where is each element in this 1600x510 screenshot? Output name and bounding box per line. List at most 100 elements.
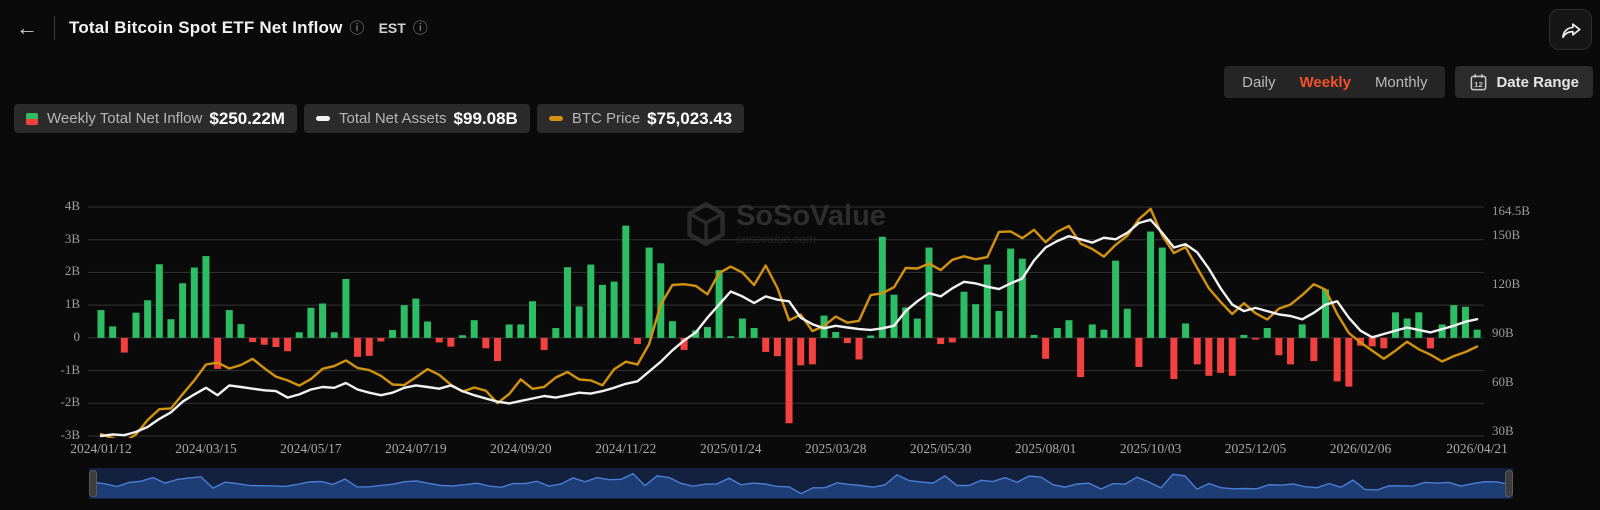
- inflow-bar[interactable]: [890, 294, 898, 338]
- inflow-bar[interactable]: [144, 300, 152, 338]
- inflow-bar[interactable]: [1450, 305, 1458, 338]
- inflow-bar[interactable]: [552, 328, 560, 338]
- title-info-icon[interactable]: ⓘ: [350, 21, 365, 36]
- inflow-bar[interactable]: [365, 337, 373, 356]
- inflow-bar[interactable]: [878, 236, 886, 338]
- inflow-bar[interactable]: [354, 337, 362, 357]
- inflow-bar[interactable]: [645, 247, 653, 338]
- inflow-bar[interactable]: [540, 337, 548, 350]
- inflow-bar[interactable]: [1345, 337, 1353, 387]
- inflow-bar[interactable]: [412, 298, 420, 338]
- inflow-bar[interactable]: [1042, 337, 1050, 359]
- inflow-bar[interactable]: [120, 337, 128, 353]
- inflow-bar[interactable]: [284, 337, 292, 352]
- inflow-bar[interactable]: [1298, 324, 1306, 338]
- legend-item-btc-price[interactable]: BTC Price $75,023.43: [536, 104, 745, 133]
- range-navigator[interactable]: [89, 467, 1513, 500]
- inflow-bar[interactable]: [1368, 337, 1376, 347]
- inflow-bar[interactable]: [843, 337, 851, 344]
- inflow-bar[interactable]: [319, 303, 327, 338]
- inflow-bar[interactable]: [785, 337, 793, 424]
- inflow-bar[interactable]: [389, 330, 397, 338]
- navigator-left-handle[interactable]: [89, 470, 97, 497]
- inflow-bar[interactable]: [1065, 320, 1073, 338]
- inflow-bar[interactable]: [1123, 308, 1131, 338]
- inflow-bar[interactable]: [738, 318, 746, 338]
- inflow-bar[interactable]: [1380, 337, 1388, 349]
- inflow-bar[interactable]: [913, 318, 921, 338]
- inflow-bar[interactable]: [1112, 260, 1120, 338]
- inflow-bar[interactable]: [307, 307, 315, 338]
- inflow-bar[interactable]: [773, 337, 781, 357]
- inflow-bar[interactable]: [435, 337, 443, 343]
- inflow-bar[interactable]: [1310, 337, 1318, 362]
- inflow-bar[interactable]: [179, 283, 187, 338]
- inflow-bar[interactable]: [703, 327, 711, 338]
- inflow-bar[interactable]: [330, 332, 338, 338]
- inflow-bar[interactable]: [494, 337, 502, 362]
- inflow-bar[interactable]: [610, 281, 618, 338]
- inflow-bar[interactable]: [237, 324, 245, 338]
- inflow-bar[interactable]: [1147, 231, 1155, 338]
- inflow-bar[interactable]: [1170, 337, 1178, 380]
- inflow-bar[interactable]: [1252, 337, 1260, 340]
- inflow-bar[interactable]: [1135, 337, 1143, 367]
- inflow-bar[interactable]: [1018, 258, 1026, 338]
- inflow-bar[interactable]: [470, 320, 478, 338]
- inflow-bar[interactable]: [668, 321, 676, 338]
- inflow-bar[interactable]: [400, 305, 408, 338]
- inflow-bar[interactable]: [1240, 334, 1248, 338]
- inflow-bar[interactable]: [598, 284, 606, 338]
- inflow-bar[interactable]: [1228, 337, 1236, 376]
- inflow-bar[interactable]: [1088, 324, 1096, 338]
- inflow-bar[interactable]: [155, 264, 163, 338]
- inflow-bar[interactable]: [832, 331, 840, 338]
- inflow-bar[interactable]: [855, 337, 863, 360]
- inflow-bar[interactable]: [1473, 329, 1481, 338]
- inflow-bar[interactable]: [797, 337, 805, 366]
- inflow-bar[interactable]: [482, 337, 490, 349]
- inflow-bar[interactable]: [1287, 337, 1295, 365]
- tab-monthly[interactable]: Monthly: [1365, 70, 1438, 95]
- inflow-bar[interactable]: [867, 335, 875, 338]
- inflow-bar[interactable]: [225, 310, 233, 338]
- timezone-info-icon[interactable]: ⓘ: [413, 21, 428, 36]
- inflow-bar[interactable]: [1030, 334, 1038, 338]
- inflow-bar[interactable]: [1415, 312, 1423, 338]
- share-button[interactable]: [1549, 9, 1592, 50]
- inflow-bar[interactable]: [342, 278, 350, 338]
- inflow-bar[interactable]: [1053, 328, 1061, 338]
- inflow-bar[interactable]: [1391, 312, 1399, 338]
- inflow-bar[interactable]: [459, 335, 467, 338]
- inflow-bar[interactable]: [167, 319, 175, 338]
- inflow-bar[interactable]: [937, 337, 945, 345]
- inflow-bar[interactable]: [190, 267, 198, 338]
- inflow-bar[interactable]: [249, 337, 257, 343]
- inflow-bar[interactable]: [1205, 337, 1213, 376]
- tab-daily[interactable]: Daily: [1232, 70, 1285, 95]
- inflow-bar[interactable]: [972, 304, 980, 338]
- inflow-bar[interactable]: [622, 225, 630, 338]
- inflow-bar[interactable]: [1193, 337, 1201, 365]
- inflow-bar[interactable]: [109, 326, 117, 338]
- inflow-bar[interactable]: [517, 324, 525, 338]
- inflow-bar[interactable]: [762, 337, 770, 352]
- inflow-bar[interactable]: [983, 264, 991, 338]
- inflow-bar[interactable]: [1182, 323, 1190, 338]
- inflow-bar[interactable]: [633, 337, 641, 345]
- inflow-bar[interactable]: [995, 311, 1003, 338]
- tab-weekly[interactable]: Weekly: [1290, 70, 1361, 95]
- date-range-button[interactable]: 12 Date Range: [1455, 66, 1593, 98]
- inflow-bar[interactable]: [1077, 337, 1085, 378]
- inflow-bar[interactable]: [377, 337, 385, 342]
- inflow-bar[interactable]: [1100, 329, 1108, 338]
- inflow-bar[interactable]: [808, 337, 816, 365]
- inflow-bar[interactable]: [1263, 328, 1271, 338]
- inflow-bar[interactable]: [272, 337, 280, 348]
- inflow-bar[interactable]: [948, 337, 956, 343]
- back-button[interactable]: ←: [16, 17, 38, 39]
- inflow-bar[interactable]: [424, 321, 432, 338]
- inflow-bar[interactable]: [202, 256, 210, 338]
- inflow-bar[interactable]: [587, 264, 595, 338]
- inflow-bar[interactable]: [447, 337, 455, 347]
